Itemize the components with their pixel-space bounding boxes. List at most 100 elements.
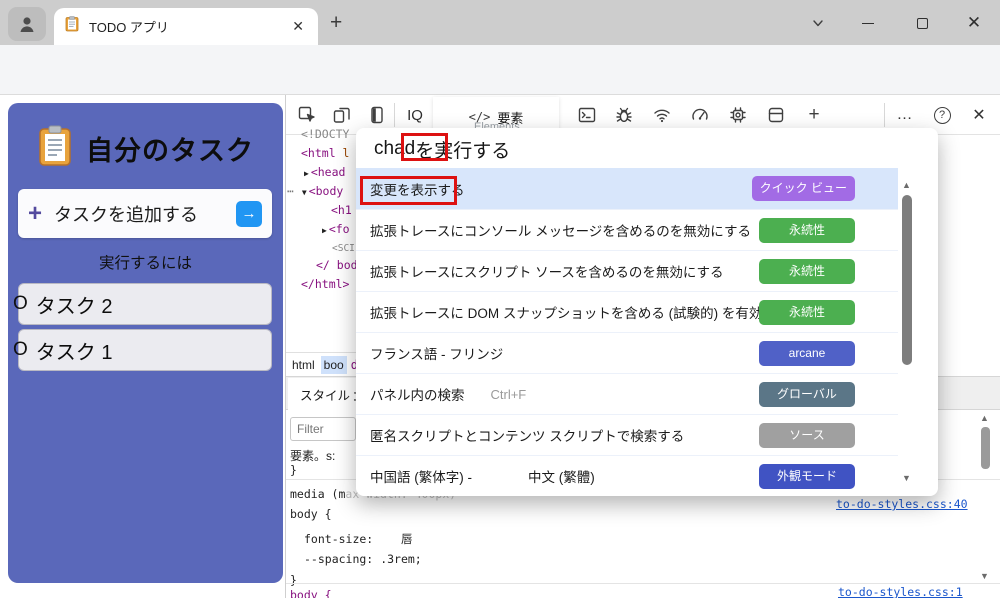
todo-app-title: 自分のタスク [86,129,254,168]
page-viewport: 自分のタスク + タスクを追加する → 実行するには O タスク 2 O タスク… [0,95,285,598]
plus-icon: + [28,200,42,228]
command-item[interactable]: 拡張トレースにスクリプト ソースを含めるのを無効にする 永続性 [356,250,898,291]
command-item[interactable]: 匿名スクリプトとコンテンツ スクリプトで検索する ソース [356,414,898,455]
css-spacing-declaration[interactable]: --spacing: .3rem; [304,552,422,566]
tree-head[interactable]: ▶<head [304,163,345,183]
node-menu-dots-icon[interactable]: ⋯ [287,184,295,198]
todo-header: 自分のタスク [8,125,283,172]
css-font-size-declaration[interactable]: font-size: 唇 [304,531,412,547]
badge-arcane: arcane [759,341,855,366]
badge-persistence: 永続性 [759,259,855,284]
badge-quick-view: クイック ビュー [752,176,855,201]
css-body-selector: body { [290,507,332,521]
rule-divider [286,583,1000,584]
tab-actions-chevron-icon[interactable] [804,10,832,36]
css-body-selector-2: body { [290,588,332,598]
profile-avatar[interactable] [8,7,46,41]
styles-scroll-down-icon[interactable]: ▼ [980,571,989,581]
breadcrumb-html[interactable]: html [292,358,315,372]
application-drawer-icon[interactable] [765,104,787,126]
inspect-element-icon[interactable] [296,104,318,126]
browser-tab[interactable]: TODO アプリ ✕ [54,8,318,45]
badge-persistence: 永続性 [759,218,855,243]
scrollbar-thumb[interactable] [902,195,912,365]
breadcrumb-body-selected[interactable]: boo [321,356,347,374]
command-item[interactable]: パネル内の検索 Ctrl+F グローバル [356,373,898,414]
tree-form[interactable]: ▶<fo [322,220,350,240]
command-menu-dialog: chad を実行する 変更を表示する クイック ビュー 拡張トレースにコンソール… [356,128,938,496]
command-item[interactable]: 中国語 (繁体字) - 中文 (繁體) 外観モード [356,455,898,496]
command-item-secondary-label: 中文 (繁體) [528,466,595,486]
task-label: タスク 1 [36,336,113,365]
styles-filter-input[interactable] [290,417,356,441]
command-item[interactable]: フランス語 - フリンジ arcane [356,332,898,373]
close-devtools-icon[interactable]: ✕ [968,104,990,126]
browser-window: TODO アプリ ✕ + ✕ ← microsoftedge.github.io… [0,0,1000,598]
task-checkbox-circle-icon[interactable]: O [13,293,28,315]
tab-close-icon[interactable]: ✕ [288,18,308,35]
tab-styles[interactable]: スタイル [288,378,362,410]
task-checkbox-circle-icon[interactable]: O [13,339,28,361]
device-emulation-icon[interactable] [331,104,353,126]
tree-doctype[interactable]: <!DOCTY [301,125,349,144]
new-tab-button[interactable]: + [330,11,342,35]
badge-sources: ソース [759,423,855,448]
maximize-icon [917,18,928,29]
devtools-iq-icon[interactable]: IQ [404,104,426,126]
tree-html-close[interactable]: </html> [301,275,349,294]
clipboard-icon [37,125,73,172]
command-item[interactable]: 拡張トレースにコンソール メッセージを含めるのを無効にする 永続性 [356,209,898,250]
command-item[interactable]: 拡張トレースに DOM スナップショットを含める (試験的) を有効にする 永続… [356,291,898,332]
styles-scrollbar-thumb[interactable] [981,427,990,469]
task-item[interactable]: O タスク 2 [18,283,272,325]
tree-h1[interactable]: <h1 [331,201,352,220]
task-label: タスク 2 [36,290,113,319]
focus-mode-icon[interactable] [366,104,388,126]
add-task-input[interactable]: + タスクを追加する → [18,189,272,238]
shortcut-text: Ctrl+F [491,387,527,402]
collapse-icon[interactable]: ▼ [302,188,307,197]
todo-hint-text: 実行するには [8,251,283,273]
minimize-button[interactable] [854,10,882,36]
command-menu-scrollbar[interactable]: ▲ ▼ [898,168,916,496]
scroll-up-icon[interactable]: ▲ [902,180,911,190]
browser-toolbar: ← microsoftedge.github.io/Demos/demo-to-… [0,45,1000,95]
css-close-brace: } [290,463,297,477]
add-task-submit-button[interactable]: → [236,201,262,227]
task-item[interactable]: O タスク 1 [18,329,272,371]
help-icon[interactable]: ? [931,104,953,126]
badge-persistence: 永続性 [759,300,855,325]
close-window-button[interactable]: ✕ [960,10,988,36]
devtools-more-menu-icon[interactable]: … [894,104,916,126]
tree-body-close[interactable]: </ bod [316,256,358,275]
expand-icon[interactable]: ▶ [322,226,327,235]
network-wifi-icon[interactable] [651,104,673,126]
expand-icon[interactable]: ▶ [304,169,309,178]
badge-global: グローバル [759,382,855,407]
css-source-link[interactable]: to-do-styles.css:40 [836,497,968,511]
toolbar-separator [394,103,395,127]
tab-favicon-clipboard-icon [64,16,80,37]
add-task-label: タスクを追加する [54,201,198,227]
minimize-icon [862,23,874,24]
styles-scroll-up-icon[interactable]: ▲ [980,413,989,423]
toolbar-separator [884,103,885,127]
elements-breadcrumb: html boo d [286,352,361,376]
memory-cpu-icon[interactable] [727,104,749,126]
todo-app-card: 自分のタスク + タスクを追加する → 実行するには O タスク 2 O タスク… [8,103,283,583]
scroll-down-icon[interactable]: ▼ [902,473,911,483]
performance-gauge-icon[interactable] [689,104,711,126]
bug-debugger-icon[interactable] [613,104,635,126]
css-element-style-selector: 要素。s: [290,447,335,464]
tab-strip: TODO アプリ ✕ + ✕ [0,0,1000,45]
annotation-box-show-changes [360,176,457,205]
css-source-link[interactable]: to-do-styles.css:1 [838,585,963,598]
maximize-button[interactable] [908,10,936,36]
annotation-box-input [401,133,448,161]
tree-html[interactable]: <html l [301,144,349,163]
tree-body[interactable]: ⋯ ▼<body [287,182,343,202]
person-icon [16,13,38,35]
more-tools-plus-icon[interactable]: + [803,104,825,126]
tab-title: TODO アプリ [89,17,288,36]
console-icon[interactable] [576,104,598,126]
